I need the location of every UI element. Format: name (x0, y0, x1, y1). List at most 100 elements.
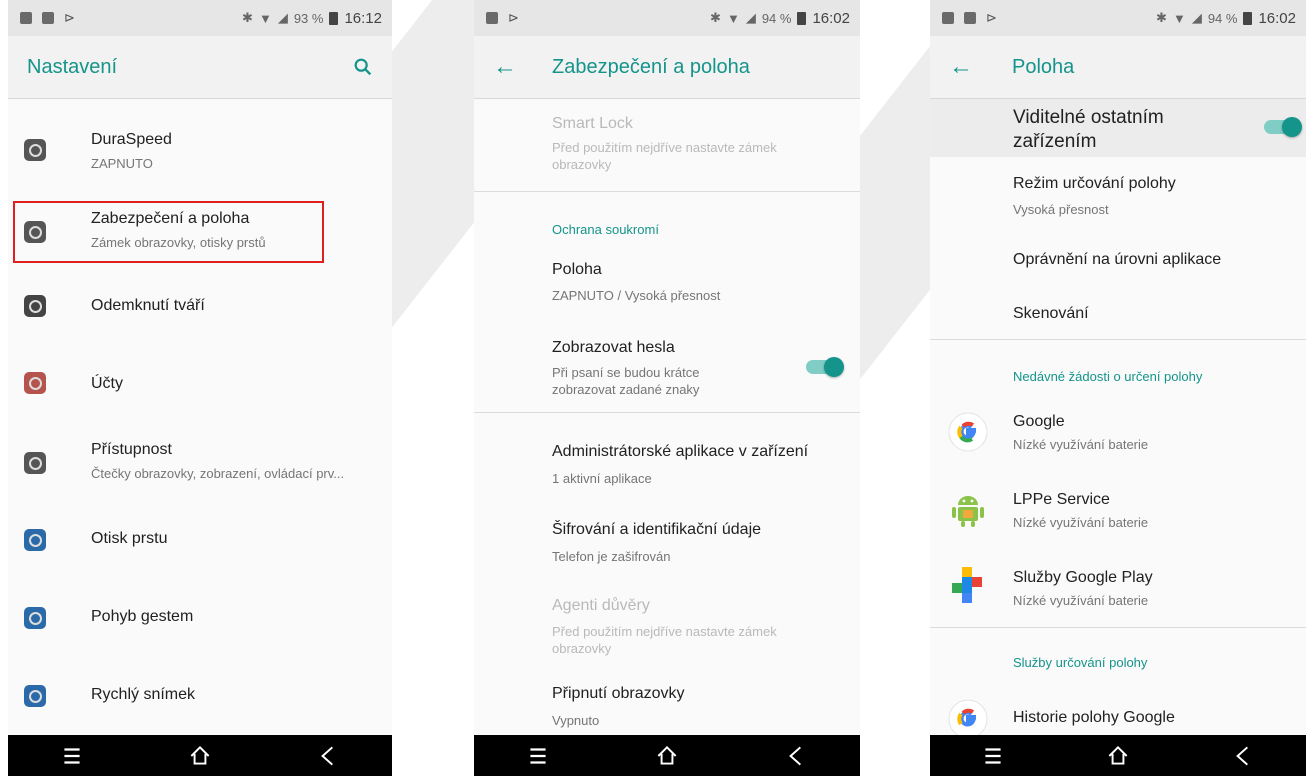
encryption-item[interactable]: Šifrování a identifikační údaje Telefon … (474, 507, 860, 577)
location-mode-item[interactable]: Režim určování polohy Vysoká přesnost (930, 167, 1306, 229)
notification-icon (964, 12, 976, 24)
back-icon[interactable] (315, 743, 341, 769)
status-bar: ⊳ ✱ ▼ ◢ 94 % 16:02 (474, 0, 860, 36)
page-title: Nastavení (27, 55, 118, 78)
settings-item-face-unlock[interactable]: Odemknutí tváří (8, 271, 392, 341)
divider (930, 627, 1306, 628)
search-icon[interactable] (352, 56, 374, 78)
play-store-icon: ⊳ (986, 10, 997, 25)
recent-item-lppe[interactable]: LPPe Service Nízké využívání baterie (930, 481, 1306, 543)
bluetooth-icon: ✱ (710, 10, 721, 25)
settings-item-screenshot[interactable]: Rychlý snímek (8, 663, 392, 733)
item-sub: Nízké využívání baterie (1013, 515, 1149, 530)
item-label: Skenování (1013, 305, 1089, 322)
face-icon (24, 295, 46, 317)
item-sub: Telefon je zašifrován (552, 549, 671, 564)
device-admin-item[interactable]: Administrátorské aplikace v zařízení 1 a… (474, 429, 860, 499)
item-label: Agenti důvěry (552, 597, 650, 614)
scanning-item[interactable]: Skenování (930, 295, 1306, 341)
settings-item-duraspeed[interactable]: DuraSpeed ZAPNUTO (8, 117, 392, 187)
google-icon (948, 699, 988, 735)
item-label: Viditelné ostatním (1013, 107, 1164, 128)
signal-icon: ◢ (745, 10, 756, 25)
navigation-bar (930, 735, 1306, 776)
clock: 16:12 (344, 9, 382, 27)
item-label: LPPe Service (1013, 491, 1110, 508)
visible-to-others-item[interactable]: Viditelné ostatním zařízením (930, 99, 1306, 157)
home-icon[interactable] (654, 743, 680, 769)
show-passwords-item[interactable]: Zobrazovat hesla Při psaní se budou krát… (474, 327, 860, 411)
clock: 16:02 (812, 9, 850, 27)
home-icon[interactable] (187, 743, 213, 769)
screenshot-icon (24, 685, 46, 707)
settings-item-label: Odemknutí tváří (91, 297, 205, 314)
divider (474, 191, 860, 192)
battery-icon (329, 11, 339, 25)
item-label: Historie polohy Google (1013, 709, 1175, 726)
back-icon[interactable] (1230, 743, 1256, 769)
item-label: zařízením (1013, 131, 1097, 152)
play-store-icon: ⊳ (64, 10, 75, 25)
item-label: Režim určování polohy (1013, 175, 1176, 192)
settings-item-sub: Zámek obrazovky, otisky prstů (91, 235, 266, 250)
menu-icon[interactable] (980, 743, 1006, 769)
back-arrow-icon[interactable]: ← (930, 53, 992, 81)
clock: 16:02 (1258, 9, 1296, 27)
item-label: Poloha (552, 261, 602, 278)
item-label: Zobrazovat hesla (552, 339, 675, 356)
back-icon[interactable] (783, 743, 809, 769)
location-screen: ⊳ ✱ ▼ ◢ 94 % 16:02 ← Poloha Viditelné os… (930, 0, 1306, 776)
wifi-icon: ▼ (726, 10, 740, 26)
signal-icon: ◢ (277, 10, 288, 25)
app-bar: ← Zabezpečení a poloha (474, 36, 860, 99)
settings-item-label: Účty (91, 375, 123, 392)
status-bar: ⊳ ✱ ▼ ◢ 94 % 16:02 (930, 0, 1306, 36)
app-permissions-item[interactable]: Oprávnění na úrovni aplikace (930, 239, 1306, 285)
fingerprint-icon (24, 529, 46, 551)
item-sub: ZAPNUTO / Vysoká přesnost (552, 288, 721, 303)
battery-level: 94 % (761, 10, 792, 26)
gallery-icon (20, 12, 32, 24)
settings-item-label: DuraSpeed (91, 131, 172, 148)
settings-item-label: Otisk prstu (91, 530, 168, 547)
item-label: Smart Lock (552, 115, 633, 132)
recent-item-play-services[interactable]: Služby Google Play Nízké využívání bater… (930, 559, 1306, 621)
settings-item-gesture[interactable]: Pohyb gestem (8, 585, 392, 655)
bluetooth-icon: ✱ (242, 10, 253, 25)
menu-icon[interactable] (59, 743, 85, 769)
item-label: Šifrování a identifikační údaje (552, 521, 762, 538)
account-icon (24, 372, 46, 394)
signal-icon: ◢ (1191, 10, 1202, 25)
app-bar: Nastavení (8, 36, 392, 99)
status-bar: ⊳ ✱ ▼ ◢ 93 % 16:12 (8, 0, 392, 36)
section-header: Služby určování polohy (1013, 655, 1148, 670)
page-title: Poloha (1012, 55, 1075, 78)
settings-screen: ⊳ ✱ ▼ ◢ 93 % 16:12 Nastavení DuraSpeed Z… (8, 0, 392, 776)
item-label: Služby Google Play (1013, 569, 1153, 586)
settings-item-sub: ZAPNUTO (91, 156, 153, 171)
home-icon[interactable] (1105, 743, 1131, 769)
security-list: Smart Lock Před použitím nejdříve nastav… (474, 99, 860, 735)
location-list: Viditelné ostatním zařízením Režim určov… (930, 99, 1306, 735)
show-passwords-toggle[interactable] (806, 357, 844, 377)
location-history-item[interactable]: Historie polohy Google (930, 695, 1306, 735)
navigation-bar (8, 735, 392, 776)
page-title: Zabezpečení a poloha (552, 55, 750, 78)
settings-item-security[interactable]: Zabezpečení a poloha Zámek obrazovky, ot… (8, 201, 392, 263)
recent-item-google[interactable]: Google Nízké využívání baterie (930, 401, 1306, 463)
duraspeed-icon (24, 139, 46, 161)
menu-icon[interactable] (525, 743, 551, 769)
visible-toggle[interactable] (1264, 117, 1302, 137)
item-label: Google (1013, 413, 1065, 430)
wifi-icon: ▼ (258, 10, 272, 26)
settings-item-fingerprint[interactable]: Otisk prstu (8, 507, 392, 577)
back-arrow-icon[interactable]: ← (474, 53, 536, 81)
battery-level: 93 % (293, 10, 324, 26)
location-item[interactable]: Poloha ZAPNUTO / Vysoká přesnost (474, 249, 860, 315)
settings-item-accessibility[interactable]: Přístupnost Čtečky obrazovky, zobrazení,… (8, 429, 392, 499)
settings-item-accounts[interactable]: Účty (8, 349, 392, 419)
screen-pinning-item[interactable]: Připnutí obrazovky Vypnuto (474, 675, 860, 735)
divider (930, 339, 1306, 340)
lock-icon (24, 221, 46, 243)
android-icon (952, 496, 984, 527)
